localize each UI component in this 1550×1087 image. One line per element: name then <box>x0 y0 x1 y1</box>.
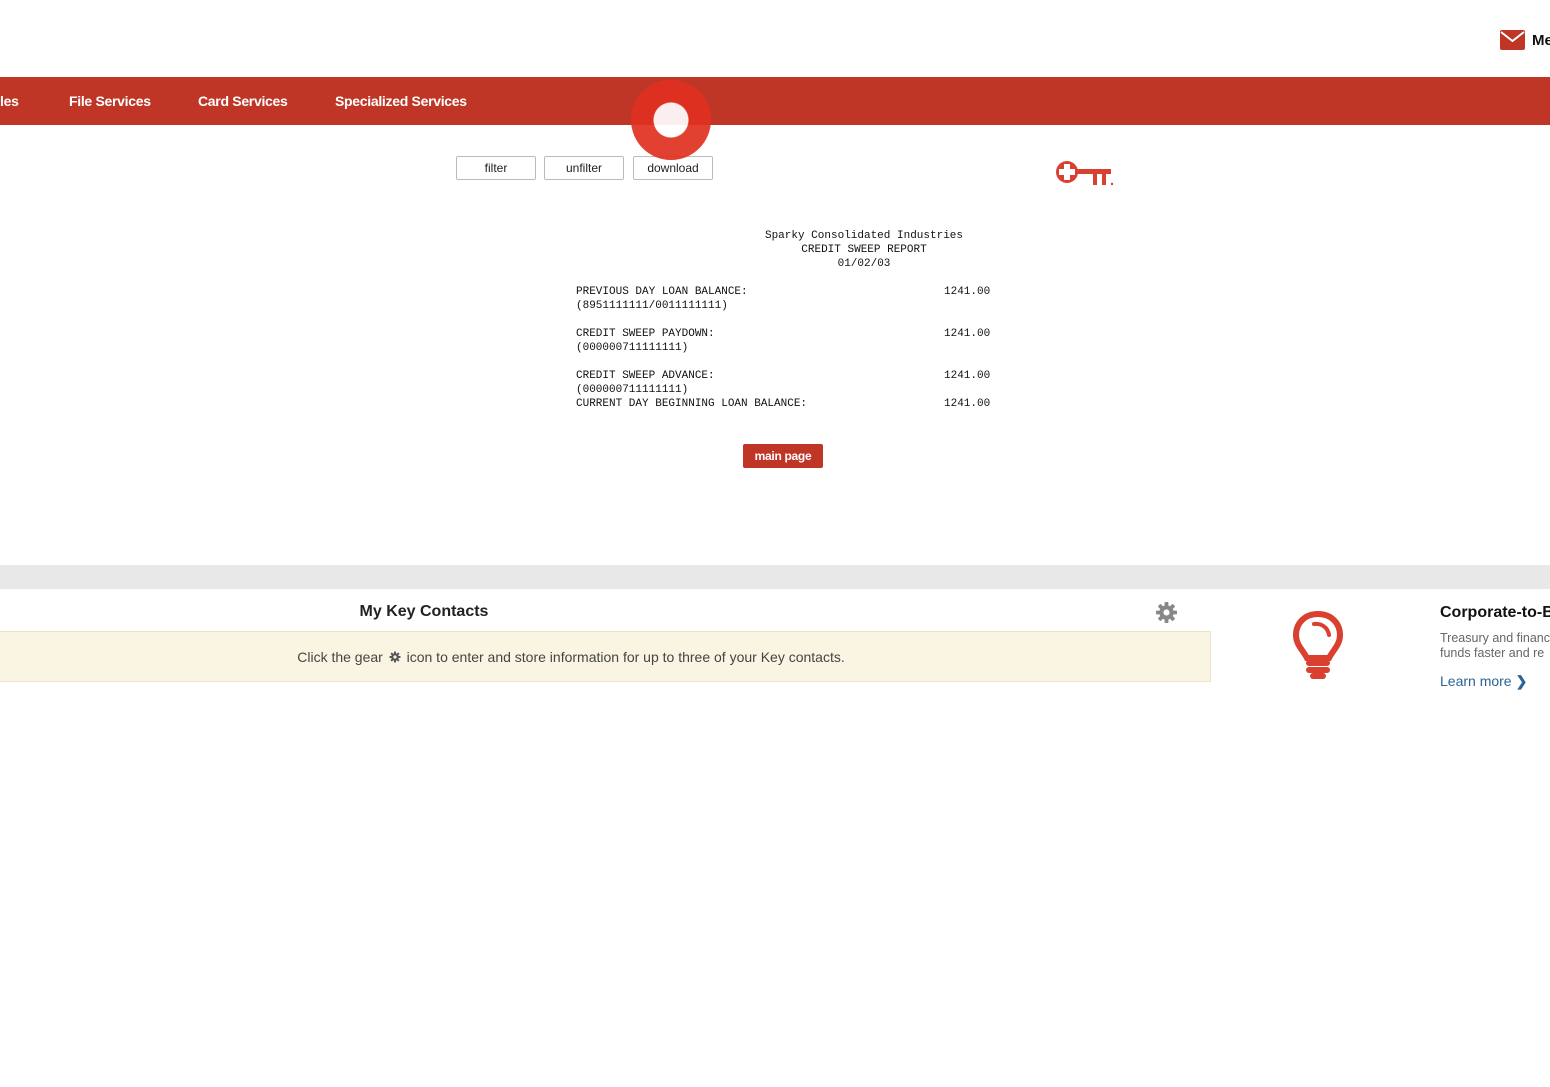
report-row-label: CREDIT SWEEP PAYDOWN: <box>576 328 715 340</box>
nav-item-specialized-services[interactable]: Specialized Services <box>335 77 467 125</box>
notice-text-start: Click the gear <box>297 649 383 665</box>
top-header: Me <box>0 0 1550 77</box>
report-row-value: 1241.00 <box>944 286 991 298</box>
nav-item-card-services[interactable]: Card Services <box>198 77 288 125</box>
key-contacts-text: Click the gear icon to enter and store i… <box>0 649 1142 665</box>
report-title: CREDIT SWEEP REPORT <box>801 244 927 256</box>
learn-more-link[interactable]: Learn more ❯ <box>1440 673 1527 690</box>
filter-button[interactable]: filter <box>456 156 536 180</box>
main-page-button[interactable]: main page <box>743 444 823 468</box>
chevron-right-icon: ❯ <box>1515 673 1528 689</box>
report-date: 01/02/03 <box>837 258 891 270</box>
section-divider <box>0 565 1550 589</box>
key-contacts-title: My Key Contacts <box>359 603 489 620</box>
promo-desc-line: funds faster and re <box>1440 646 1545 660</box>
report-row-account: (000000711111111) <box>576 384 689 396</box>
report-row-account: (000000711111111) <box>576 342 689 354</box>
promo-desc-line: Treasury and financ <box>1440 631 1550 645</box>
messages-label: Me <box>1532 31 1550 49</box>
unfilter-button[interactable]: unfilter <box>544 156 624 180</box>
messages-link[interactable]: Me <box>1500 28 1550 52</box>
main-nav: les File Services Card Services Speciali… <box>0 77 1550 125</box>
report-row-value: 1241.00 <box>944 370 991 382</box>
notice-text-end: icon to enter and store information for … <box>406 649 845 665</box>
lightbulb-icon <box>1292 610 1344 679</box>
nav-item-file-services[interactable]: File Services <box>69 77 151 125</box>
click-marker <box>631 80 711 160</box>
promo-description: Treasury and financ funds faster and re <box>1440 631 1550 661</box>
report-row-label: CURRENT DAY BEGINNING LOAN BALANCE: <box>576 398 808 410</box>
key-logo-icon <box>1056 161 1114 186</box>
report-row-account: (8951111111/0011111111) <box>576 300 728 312</box>
envelope-icon <box>1500 30 1525 50</box>
gear-icon[interactable] <box>1155 601 1178 624</box>
report-row-label: PREVIOUS DAY LOAN BALANCE: <box>576 286 748 298</box>
report-company: Sparky Consolidated Industries <box>764 230 964 242</box>
report-row-value: 1241.00 <box>944 398 991 410</box>
nav-item-tables[interactable]: les <box>0 77 19 125</box>
learn-more-label: Learn more <box>1440 673 1512 689</box>
report-row-value: 1241.00 <box>944 328 991 340</box>
key-contacts-notice: Click the gear icon to enter and store i… <box>0 631 1211 682</box>
promo-title: Corporate-to-B <box>1440 604 1550 621</box>
gear-icon <box>389 651 401 663</box>
report-row-label: CREDIT SWEEP ADVANCE: <box>576 370 715 382</box>
